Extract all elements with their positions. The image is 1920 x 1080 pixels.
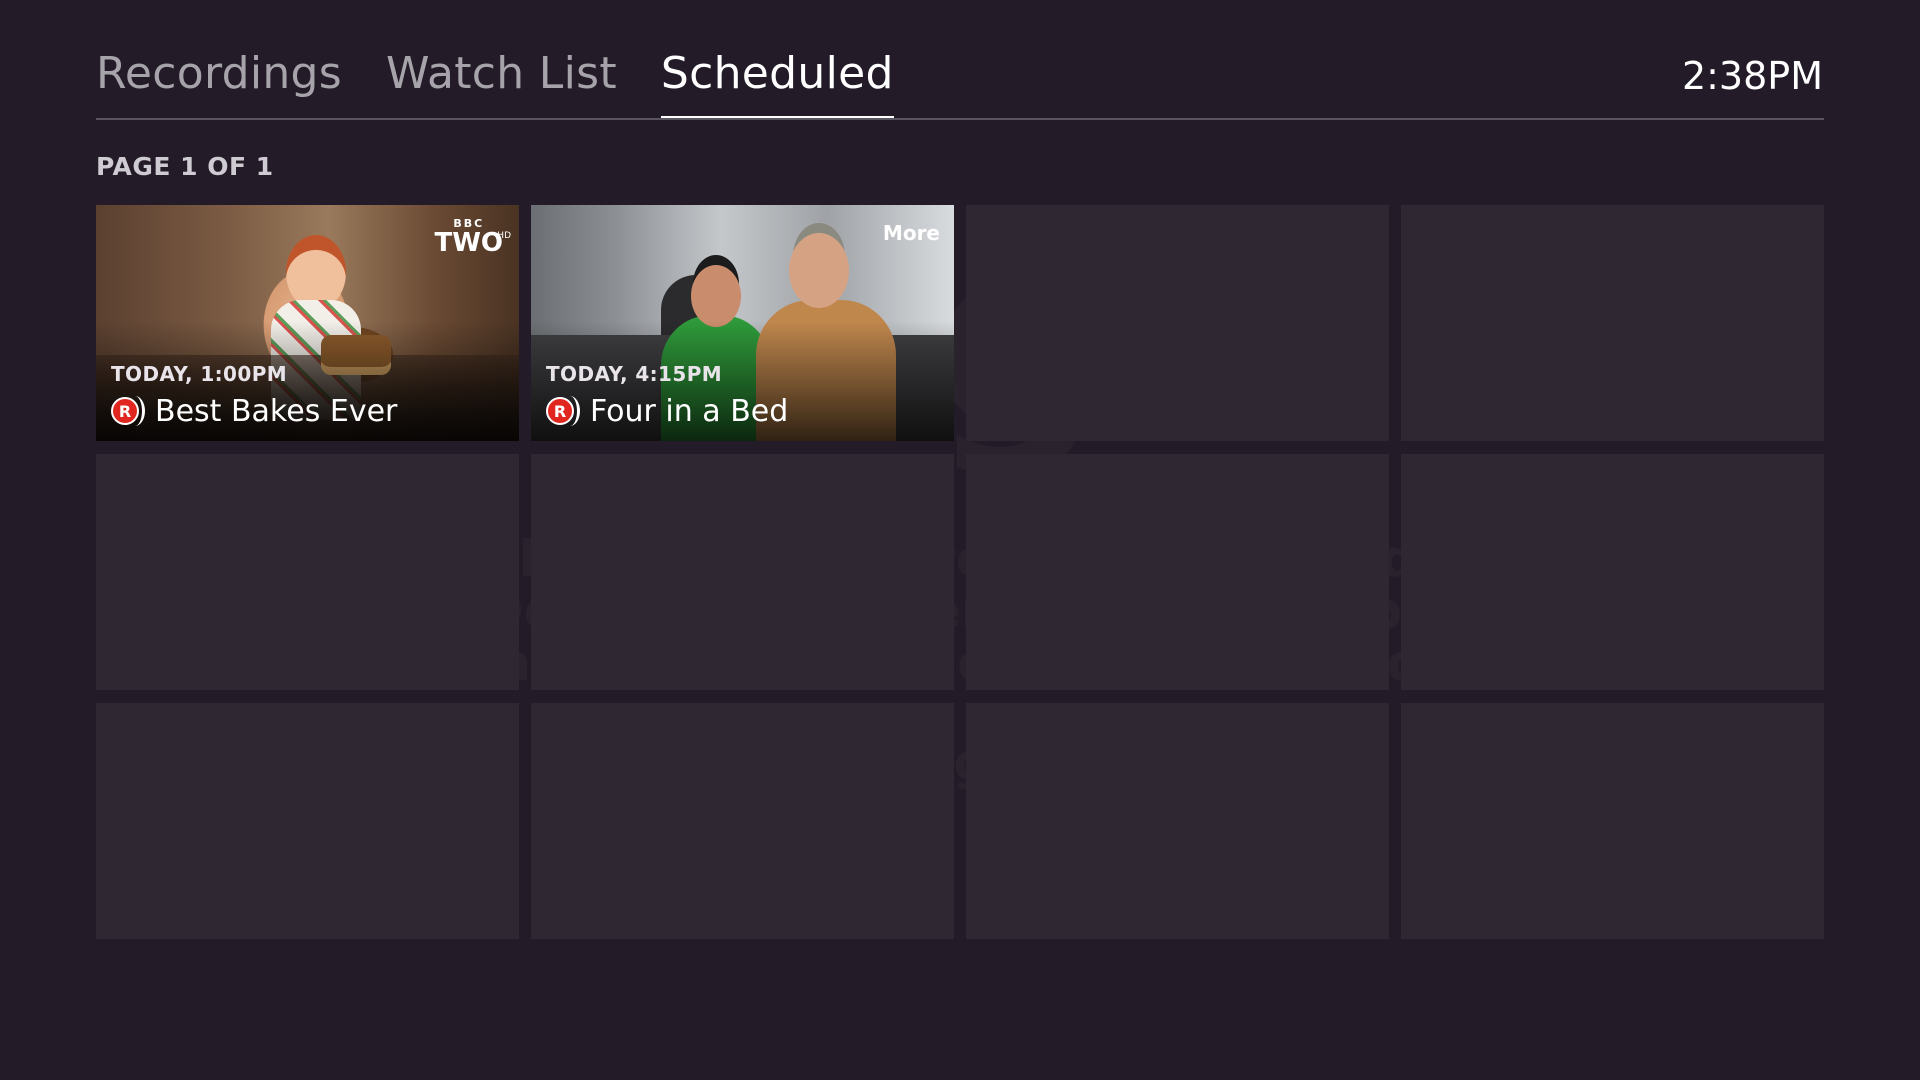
empty-tile (1401, 205, 1824, 441)
channel-hd-badge: HD (497, 231, 511, 241)
empty-tile (1401, 703, 1824, 939)
scheduled-tile-four-in-a-bed[interactable]: More TODAY, 4:15PM R Four in a Bed (531, 205, 954, 441)
page-indicator: PAGE 1 OF 1 (96, 152, 274, 181)
record-series-icon: R (546, 395, 580, 429)
scheduled-screen: g Follow us on twitter @KerrangRadio Dow… (0, 0, 1920, 1080)
tab-scheduled[interactable]: Scheduled (660, 44, 894, 120)
programme-title: Four in a Bed (590, 394, 789, 429)
title-row: R Best Bakes Ever (111, 394, 397, 429)
empty-tile (531, 454, 954, 690)
programme-title: Best Bakes Ever (155, 394, 398, 429)
tab-watch-list[interactable]: Watch List (386, 44, 617, 120)
tab-bar: Recordings Watch List Scheduled (96, 44, 894, 120)
schedule-time: TODAY, 4:15PM (546, 362, 723, 386)
empty-tile (96, 454, 519, 690)
title-row: R Four in a Bed (546, 394, 788, 429)
empty-tile (966, 205, 1389, 441)
empty-tile (966, 703, 1389, 939)
channel-logo-more4: More (882, 221, 940, 245)
header-divider (96, 118, 1824, 120)
empty-tile (531, 703, 954, 939)
empty-tile (1401, 454, 1824, 690)
channel-logo-bbc-two: BBC TWO HD (434, 217, 511, 258)
record-series-icon: R (111, 395, 145, 429)
schedule-time: TODAY, 1:00PM (111, 362, 288, 386)
empty-tile (966, 454, 1389, 690)
clock: 2:38PM (1681, 54, 1823, 98)
scheduled-grid: BBC TWO HD TODAY, 1:00PM R Best Bakes Ev… (96, 205, 1824, 939)
scheduled-tile-best-bakes-ever[interactable]: BBC TWO HD TODAY, 1:00PM R Best Bakes Ev… (96, 205, 519, 441)
record-icon-letter: R (546, 396, 574, 425)
record-icon-letter: R (111, 396, 139, 425)
channel-logo-line2: TWO (434, 228, 503, 258)
empty-tile (96, 703, 519, 939)
tab-recordings[interactable]: Recordings (96, 44, 342, 120)
